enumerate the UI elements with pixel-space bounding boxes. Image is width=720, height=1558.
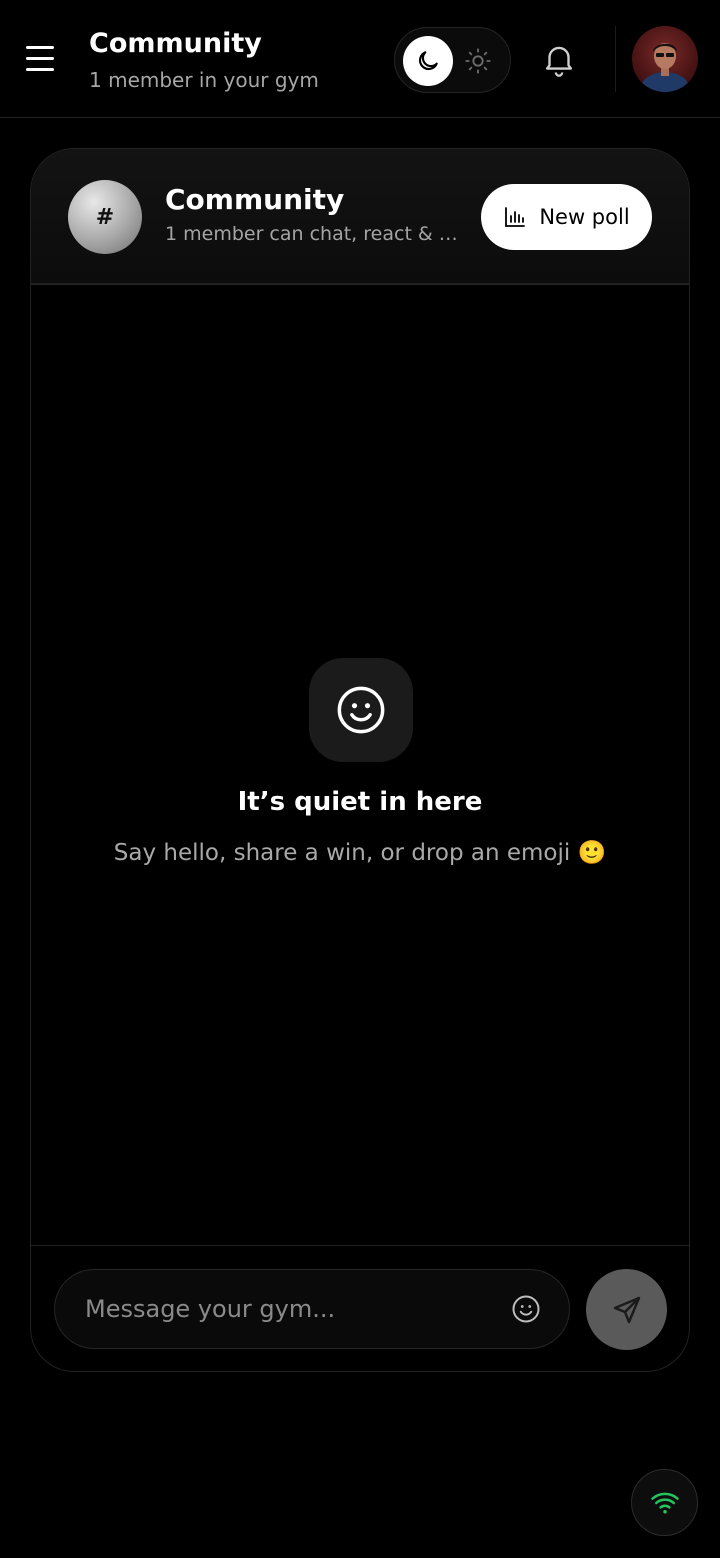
- theme-toggle[interactable]: [394, 27, 511, 93]
- chat-card: # Community 1 member can chat, react & v…: [30, 148, 690, 1372]
- channel-title: Community: [165, 183, 345, 216]
- wifi-icon: [650, 1492, 679, 1513]
- bar-chart-icon: [505, 207, 526, 227]
- composer-divider: [31, 1245, 689, 1246]
- new-poll-label: New poll: [539, 205, 630, 229]
- page-title: Community: [89, 28, 262, 59]
- member-count: 1 member in your gym: [89, 68, 319, 92]
- empty-state-subtitle: Say hello, share a win, or drop an emoji…: [113, 840, 607, 866]
- message-field[interactable]: [54, 1269, 570, 1349]
- header-divider: [615, 26, 616, 92]
- connection-status-button[interactable]: [631, 1469, 698, 1536]
- moon-icon[interactable]: [403, 36, 453, 86]
- send-button[interactable]: [586, 1269, 667, 1350]
- avatar[interactable]: [632, 26, 698, 92]
- new-poll-button[interactable]: New poll: [481, 184, 652, 250]
- sun-icon[interactable]: [464, 47, 492, 75]
- emoji-icon[interactable]: [511, 1294, 541, 1324]
- message-input[interactable]: [85, 1270, 495, 1348]
- smile-icon: [309, 658, 413, 762]
- bell-icon[interactable]: [540, 40, 578, 78]
- empty-state-title: It’s quiet in here: [237, 787, 483, 817]
- channel-subtitle: 1 member can chat, react & v...: [165, 223, 460, 245]
- channel-header: # Community 1 member can chat, react & v…: [31, 149, 689, 285]
- send-icon: [613, 1296, 640, 1323]
- hash-icon: #: [68, 180, 142, 254]
- menu-icon[interactable]: [26, 46, 54, 72]
- top-app-bar: Community 1 member in your gym: [0, 0, 720, 118]
